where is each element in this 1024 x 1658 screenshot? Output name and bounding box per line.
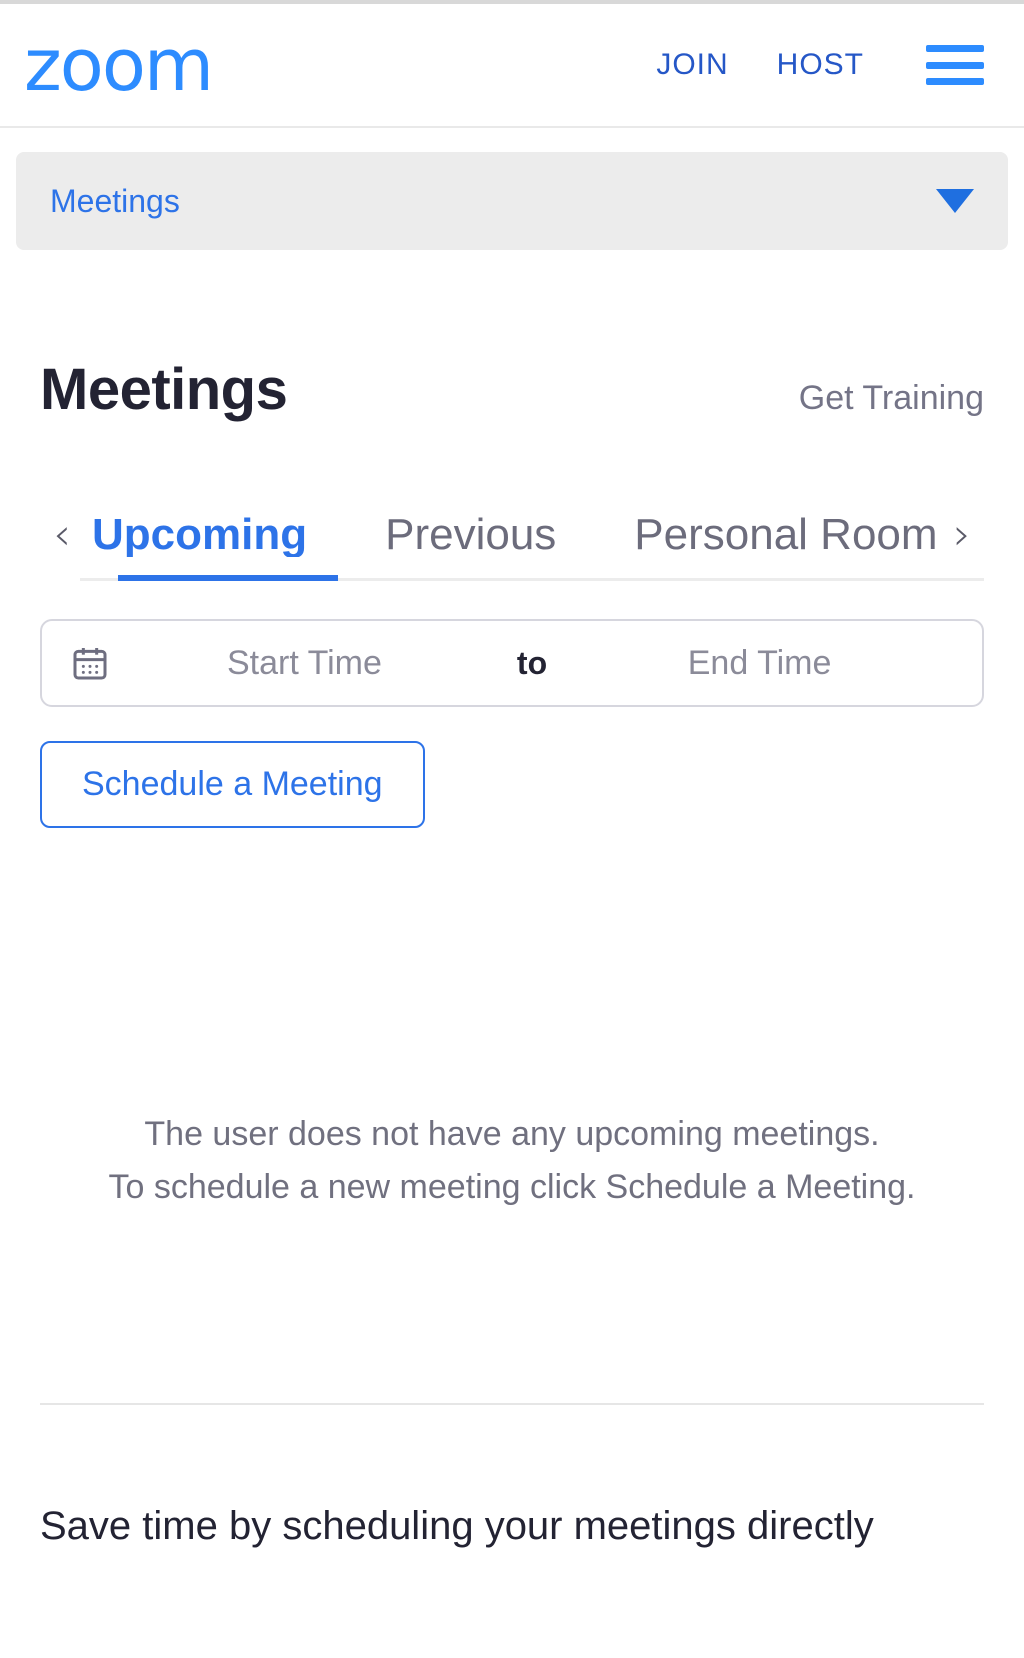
tab-upcoming[interactable]: Upcoming [92, 513, 307, 557]
hamburger-bar [926, 78, 984, 85]
get-training-link[interactable]: Get Training [799, 379, 984, 418]
tabs-next-arrow-icon[interactable]: › [940, 513, 984, 557]
empty-state: The user does not have any upcoming meet… [40, 1108, 984, 1213]
calendar-icon [73, 648, 107, 680]
date-range-filter[interactable]: Start Time to End Time [40, 619, 984, 707]
tab-personal-room[interactable]: Personal Room [634, 513, 937, 557]
empty-state-line-1: The user does not have any upcoming meet… [144, 1115, 880, 1153]
section-select-wrap: Meetings [0, 128, 1024, 250]
tabs-bar: ‹ Upcoming Previous Personal Room › [40, 489, 984, 581]
zoom-logo: zoom [24, 23, 214, 107]
date-range-separator: to [516, 644, 548, 681]
title-row: Meetings Get Training [40, 356, 984, 423]
tabs-prev-arrow-icon[interactable]: ‹ [40, 513, 84, 557]
schedule-a-meeting-button[interactable]: Schedule a Meeting [40, 741, 425, 828]
site-header: zoom JOIN HOST [0, 4, 1024, 128]
end-time-input[interactable]: End Time [565, 644, 954, 683]
promo-title: Save time by scheduling your meetings di… [40, 1504, 874, 1549]
main-content: Meetings Get Training ‹ Upcoming Previou… [0, 356, 1024, 1555]
section-dropdown[interactable]: Meetings [16, 152, 1008, 250]
header-nav: JOIN HOST [656, 45, 984, 85]
page-title: Meetings [40, 357, 288, 422]
chevron-down-icon [936, 189, 974, 213]
tabs-scroll: Upcoming Previous Personal Room [84, 513, 940, 557]
hamburger-bar [926, 45, 984, 52]
hamburger-bar [926, 61, 984, 69]
hamburger-menu-icon[interactable] [926, 45, 984, 85]
tabs-active-indicator [118, 575, 338, 581]
section-dropdown-label: Meetings [50, 182, 180, 219]
promo-divider [40, 1403, 984, 1406]
empty-state-line-2: To schedule a new meeting click Schedule… [108, 1167, 916, 1206]
join-link[interactable]: JOIN [656, 48, 728, 82]
start-time-input[interactable]: Start Time [110, 644, 499, 683]
host-link[interactable]: HOST [777, 48, 864, 82]
tab-previous[interactable]: Previous [385, 513, 556, 557]
